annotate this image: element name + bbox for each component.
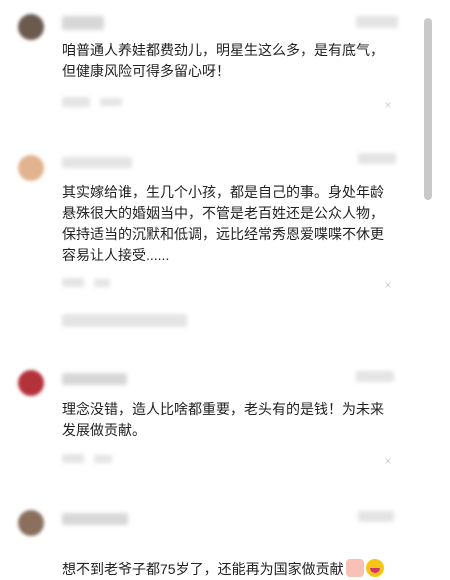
smile-icon: [365, 559, 384, 577]
comment-text: 咱普通人养娃都费劲儿，明星生这么多，是有底气， 但健康风险可得多留心呀！: [62, 42, 384, 79]
meta-blurred: [356, 371, 394, 382]
meta-blurred: [356, 16, 398, 28]
avatar[interactable]: [18, 14, 44, 40]
comment-footer-blurred: [94, 455, 112, 463]
username-blurred[interactable]: [62, 373, 127, 385]
comment-text: 其实嫁给谁，生几个小孩，都是自己的事。身处年龄 悬殊很大的婚姻当中，不管是老百姓…: [62, 184, 384, 263]
avatar[interactable]: [18, 370, 44, 396]
username-blurred[interactable]: [62, 157, 132, 168]
username-blurred[interactable]: [62, 513, 128, 525]
close-icon[interactable]: ×: [383, 455, 393, 467]
meta-blurred: [358, 153, 396, 164]
meta-blurred: [358, 511, 394, 522]
close-icon[interactable]: ×: [383, 279, 393, 291]
comment-footer-blurred: [100, 98, 122, 106]
reply-blurred: [62, 314, 187, 327]
avatar[interactable]: [18, 155, 44, 181]
comment-footer-blurred: [62, 278, 84, 287]
thumbs-up-icon: [345, 559, 364, 577]
comment-text-content: 想不到老爷子都75岁了，还能再为国家做贡献: [62, 561, 344, 577]
avatar[interactable]: [18, 510, 44, 536]
comment-text: 理念没错，造人比啥都重要，老头有的是钱！为未来 发展做贡献。: [62, 401, 384, 438]
comment-footer-blurred: [94, 279, 110, 287]
comment-text: 想不到老爷子都75岁了，还能再为国家做贡献: [62, 538, 422, 580]
username-blurred[interactable]: [62, 16, 104, 30]
scrollbar[interactable]: [424, 18, 432, 200]
comment-footer-blurred: [62, 454, 84, 463]
comment-footer-blurred: [62, 97, 90, 107]
close-icon[interactable]: ×: [383, 99, 393, 111]
